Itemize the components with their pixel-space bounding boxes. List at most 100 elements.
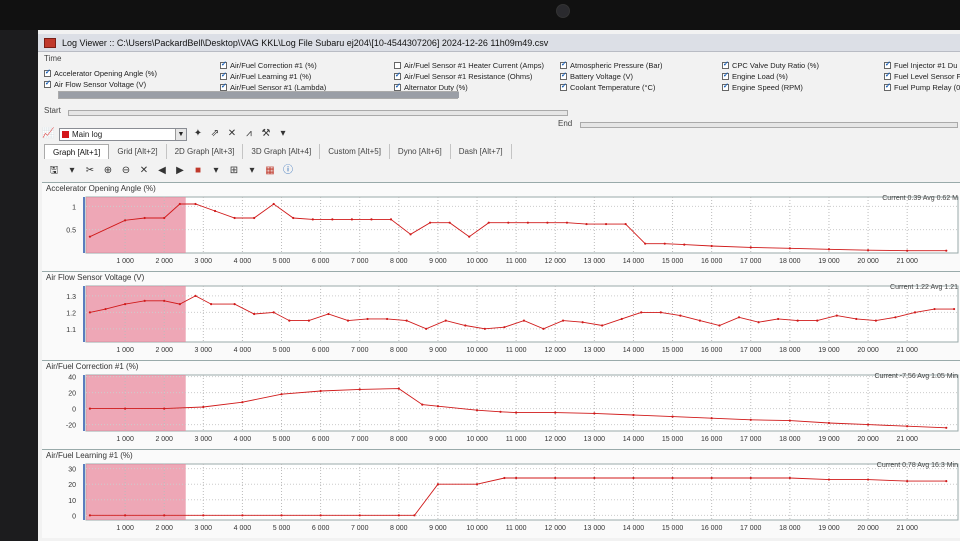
x-tick-label: 1 000	[116, 525, 134, 532]
zoom-in-icon[interactable]: ⊕	[102, 165, 114, 177]
data-point	[593, 476, 596, 480]
data-point	[104, 307, 107, 311]
zoom-out-icon[interactable]: ⊖	[120, 165, 132, 177]
checkbox-icon[interactable]	[220, 71, 227, 80]
checkbox-icon[interactable]	[722, 82, 729, 91]
parameter-checkbox[interactable]: Air/Fuel Learning #1 (%)	[220, 71, 326, 81]
tab-graph[interactable]: Graph [Alt+1]	[44, 144, 110, 159]
chevron-down-icon[interactable]: ▾	[66, 165, 78, 177]
parameter-checkbox[interactable]: Accelerator Opening Angle (%)	[44, 68, 157, 78]
graph-panel[interactable]: 1 000 2 000 3 000 4 000 5 000 6 000 7 000 8 000…	[42, 182, 960, 271]
checkbox-icon[interactable]	[560, 82, 567, 91]
info-icon[interactable]: ⓘ	[282, 165, 294, 177]
parameter-checkbox[interactable]: Engine Load (%)	[722, 71, 819, 81]
x-tick-label: 11 000	[506, 436, 527, 443]
checkbox-icon[interactable]	[884, 60, 891, 69]
data-point	[816, 319, 819, 322]
log-selector[interactable]: Main log ▼	[59, 127, 187, 141]
arrow-right-icon[interactable]: ▶	[174, 165, 186, 177]
data-point	[280, 514, 283, 517]
parameter-checkbox[interactable]: Air/Fuel Correction #1 (%)	[220, 60, 326, 70]
data-point	[515, 476, 518, 480]
checkbox-icon[interactable]	[220, 82, 227, 91]
chevron-down-icon[interactable]: ▾	[277, 128, 289, 140]
checkbox-icon[interactable]	[394, 71, 401, 80]
x-tick-label: 18 000	[779, 436, 801, 443]
checkbox-icon[interactable]	[884, 71, 891, 80]
data-point	[644, 242, 647, 245]
parameter-checkbox[interactable]: Air/Fuel Sensor #1 Resistance (Ohms)	[394, 71, 544, 81]
checkbox-icon[interactable]	[560, 71, 567, 80]
x-tick-label: 1 000	[116, 436, 134, 443]
save-icon[interactable]: 🖫	[48, 165, 60, 177]
checkbox-icon[interactable]	[722, 60, 729, 69]
data-point	[710, 244, 713, 248]
tab-grid[interactable]: Grid [Alt+2]	[109, 144, 167, 159]
layout-icon[interactable]: ⊞	[228, 165, 240, 177]
color-picker-icon[interactable]: ■	[192, 165, 204, 177]
parameter-checkbox[interactable]: Air Flow Sensor Voltage (V)	[44, 79, 157, 89]
export-icon[interactable]: ⇗	[209, 128, 221, 140]
pin-icon[interactable]: ✦	[192, 128, 204, 140]
graph-panel[interactable]: 1 000 2 000 3 000 4 000 5 000 6 000 7 000 8 000…	[42, 449, 960, 538]
end-slider[interactable]	[580, 122, 958, 128]
data-point	[143, 299, 146, 302]
tab-dyno[interactable]: Dyno [Alt+6]	[390, 144, 451, 159]
tab-dash[interactable]: Dash [Alt+7]	[451, 144, 512, 159]
checkbox-icon[interactable]	[560, 60, 567, 69]
parameter-checkbox[interactable]: Fuel Level Sensor F	[884, 71, 960, 81]
grid-icon[interactable]: ▦	[264, 165, 276, 177]
parameter-checkbox[interactable]: Fuel Injector #1 Du	[884, 60, 960, 70]
data-point	[194, 294, 197, 297]
chevron-down-icon[interactable]: ▾	[246, 165, 258, 177]
x-tick-label: 2 000	[155, 347, 173, 354]
checkbox-icon[interactable]	[44, 68, 51, 77]
arrow-left-icon[interactable]: ◀	[156, 165, 168, 177]
chevron-down-icon[interactable]: ▼	[175, 128, 186, 140]
checkbox-icon[interactable]	[884, 82, 891, 91]
data-point	[835, 314, 838, 317]
checkbox-icon[interactable]	[220, 60, 227, 69]
time-scrollbar[interactable]	[58, 91, 459, 99]
parameter-label: Engine Load (%)	[732, 71, 788, 81]
data-point	[777, 317, 780, 321]
parameter-checkbox[interactable]: Atmospheric Pressure (Bar)	[560, 60, 663, 70]
parameter-checkbox[interactable]: CPC Valve Duty Ratio (%)	[722, 60, 819, 70]
data-point	[522, 319, 526, 322]
data-point	[526, 221, 529, 224]
close-icon[interactable]: ✕	[138, 165, 150, 177]
chart-icon[interactable]: 📈	[42, 128, 54, 140]
checkbox-icon[interactable]	[394, 82, 401, 91]
x-tick-label: 8 000	[390, 258, 408, 265]
checkbox-icon[interactable]	[44, 79, 51, 88]
data-point	[124, 514, 127, 517]
tools-icon[interactable]: ⚒	[260, 128, 272, 140]
chevron-down-icon[interactable]: ▾	[210, 165, 222, 177]
x-tick-label: 5 000	[273, 436, 291, 443]
parameter-checkbox[interactable]: Fuel Pump Relay (0	[884, 82, 960, 92]
data-point	[503, 326, 506, 329]
parameter-checkbox[interactable]: Battery Voltage (V)	[560, 71, 663, 81]
plot-area	[85, 285, 959, 343]
parameter-checkbox[interactable]: Air/Fuel Sensor #1 Heater Current (Amps)	[394, 60, 544, 70]
start-slider[interactable]	[68, 110, 568, 116]
data-point	[429, 221, 432, 224]
checkbox-icon[interactable]	[722, 71, 729, 80]
x-tick-label: 9 000	[429, 258, 447, 265]
cut-icon[interactable]: ✂	[84, 165, 96, 177]
x-tick-label: 19 000	[818, 525, 840, 532]
tab-custom[interactable]: Custom [Alt+5]	[320, 144, 390, 159]
parameter-label: Coolant Temperature (°C)	[570, 82, 656, 92]
graph-panel[interactable]: 1 000 2 000 3 000 4 000 5 000 6 000 7 000 8 000…	[42, 271, 960, 360]
tab-2d-2d[interactable]: 2D Graph [Alt+3]	[167, 144, 244, 159]
close-icon[interactable]: ✕	[226, 128, 238, 140]
webcam	[556, 4, 570, 18]
tab-3d-3d[interactable]: 3D Graph [Alt+4]	[243, 144, 321, 159]
x-tick-label: 1 000	[116, 258, 134, 265]
checkbox-icon[interactable]	[394, 61, 401, 69]
parameter-checkbox[interactable]: Coolant Temperature (°C)	[560, 82, 663, 92]
graph-panel[interactable]: 1 000 2 000 3 000 4 000 5 000 6 000 7 000 8 000…	[42, 360, 960, 449]
parameter-checkbox[interactable]: Engine Speed (RPM)	[722, 82, 819, 92]
compare-chart-icon[interactable]: ⩘	[243, 128, 255, 140]
window-title: Log Viewer :: C:\Users\PackardBell\Deskt…	[62, 37, 549, 48]
